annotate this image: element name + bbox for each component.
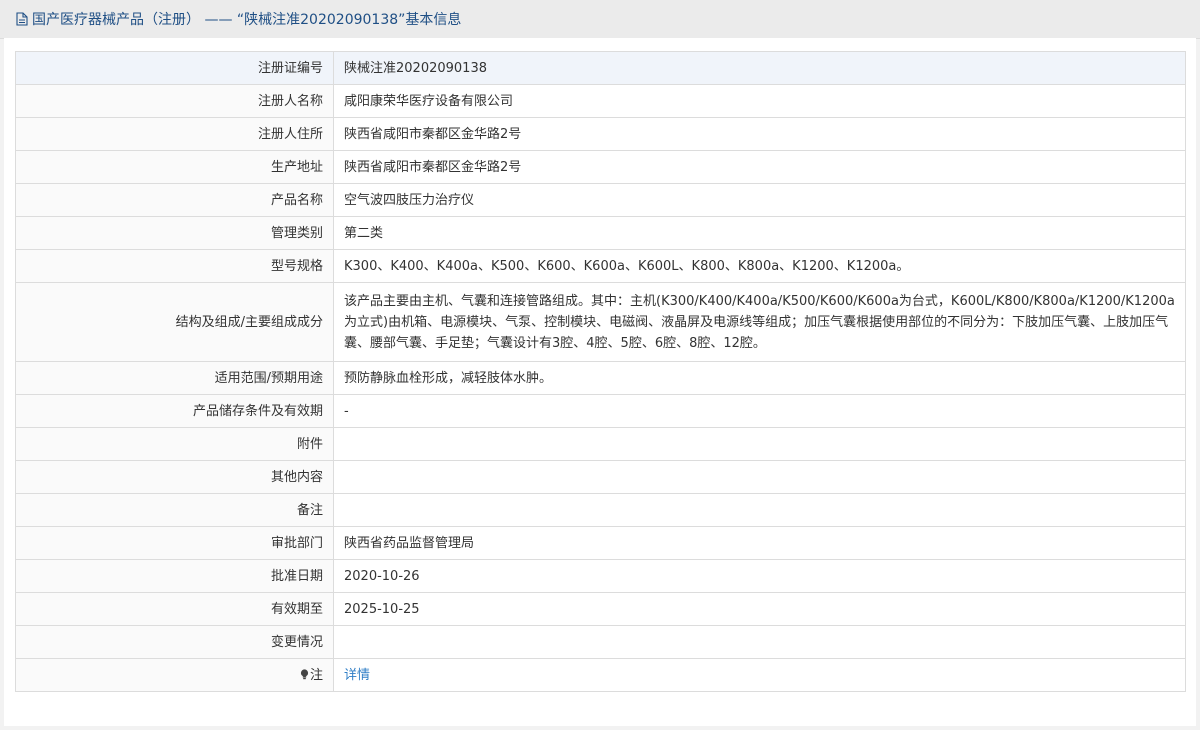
field-label: 变更情况 — [15, 625, 334, 659]
field-label: 其他内容 — [15, 460, 334, 494]
table-row: 产品名称 空气波四肢压力治疗仪 — [15, 183, 1186, 217]
field-value: 陕西省咸阳市秦都区金华路2号 — [333, 150, 1186, 184]
field-label: 适用范围/预期用途 — [15, 361, 334, 395]
note-label: 注 — [15, 658, 334, 692]
details-link[interactable]: 详情 — [344, 668, 370, 683]
document-icon — [16, 12, 28, 26]
table-row: 审批部门 陕西省药品监督管理局 — [15, 526, 1186, 560]
note-label-text: 注 — [309, 667, 323, 683]
field-value: - — [333, 394, 1186, 428]
field-label: 备注 — [15, 493, 334, 527]
table-row: 适用范围/预期用途 预防静脉血栓形成，减轻肢体水肿。 — [15, 361, 1186, 395]
field-value: 2025-10-25 — [333, 592, 1186, 626]
content-panel: 注册证编号 陕械注准20202090138 注册人名称 咸阳康荣华医疗设备有限公… — [4, 38, 1196, 726]
table-row: 产品储存条件及有效期 - — [15, 394, 1186, 428]
page-title: 国产医疗器械产品（注册） —— “陕械注准20202090138”基本信息 — [16, 9, 461, 29]
field-value: 陕西省咸阳市秦都区金华路2号 — [333, 117, 1186, 151]
field-value: 咸阳康荣华医疗设备有限公司 — [333, 84, 1186, 118]
field-value — [333, 493, 1186, 527]
table-row: 批准日期 2020-10-26 — [15, 559, 1186, 593]
field-label: 批准日期 — [15, 559, 334, 593]
field-value — [333, 427, 1186, 461]
field-label: 注册证编号 — [15, 51, 334, 85]
field-label: 注册人名称 — [15, 84, 334, 118]
note-value: 详情 — [333, 658, 1186, 692]
table-row: 其他内容 — [15, 460, 1186, 494]
field-label: 产品储存条件及有效期 — [15, 394, 334, 428]
field-label: 型号规格 — [15, 249, 334, 283]
table-row: 变更情况 — [15, 625, 1186, 659]
field-value: 该产品主要由主机、气囊和连接管路组成。其中：主机(K300/K400/K400a… — [333, 282, 1186, 362]
field-value — [333, 460, 1186, 494]
lightbulb-icon — [300, 666, 309, 679]
field-value: 空气波四肢压力治疗仪 — [333, 183, 1186, 217]
field-label: 有效期至 — [15, 592, 334, 626]
table-row-note: 注 详情 — [15, 658, 1186, 692]
table-row: 注册证编号 陕械注准20202090138 — [15, 51, 1186, 85]
field-value — [333, 625, 1186, 659]
field-value: 2020-10-26 — [333, 559, 1186, 593]
field-label: 管理类别 — [15, 216, 334, 250]
field-label: 注册人住所 — [15, 117, 334, 151]
field-label: 附件 — [15, 427, 334, 461]
field-label: 结构及组成/主要组成成分 — [15, 282, 334, 362]
page-header: 国产医疗器械产品（注册） —— “陕械注准20202090138”基本信息 — [0, 0, 1200, 39]
table-row: 有效期至 2025-10-25 — [15, 592, 1186, 626]
page-title-text: 国产医疗器械产品（注册） —— “陕械注准20202090138”基本信息 — [32, 12, 462, 28]
info-table: 注册证编号 陕械注准20202090138 注册人名称 咸阳康荣华医疗设备有限公… — [15, 51, 1186, 692]
field-label: 生产地址 — [15, 150, 334, 184]
field-value: 陕西省药品监督管理局 — [333, 526, 1186, 560]
field-value: 陕械注准20202090138 — [333, 51, 1186, 85]
field-value: 第二类 — [333, 216, 1186, 250]
table-row: 备注 — [15, 493, 1186, 527]
field-label: 产品名称 — [15, 183, 334, 217]
table-row: 型号规格 K300、K400、K400a、K500、K600、K600a、K60… — [15, 249, 1186, 283]
table-row: 注册人名称 咸阳康荣华医疗设备有限公司 — [15, 84, 1186, 118]
table-row: 生产地址 陕西省咸阳市秦都区金华路2号 — [15, 150, 1186, 184]
field-value: 预防静脉血栓形成，减轻肢体水肿。 — [333, 361, 1186, 395]
table-row: 注册人住所 陕西省咸阳市秦都区金华路2号 — [15, 117, 1186, 151]
table-row: 结构及组成/主要组成成分 该产品主要由主机、气囊和连接管路组成。其中：主机(K3… — [15, 282, 1186, 362]
field-value: K300、K400、K400a、K500、K600、K600a、K600L、K8… — [333, 249, 1186, 283]
field-label: 审批部门 — [15, 526, 334, 560]
table-row: 附件 — [15, 427, 1186, 461]
table-row: 管理类别 第二类 — [15, 216, 1186, 250]
